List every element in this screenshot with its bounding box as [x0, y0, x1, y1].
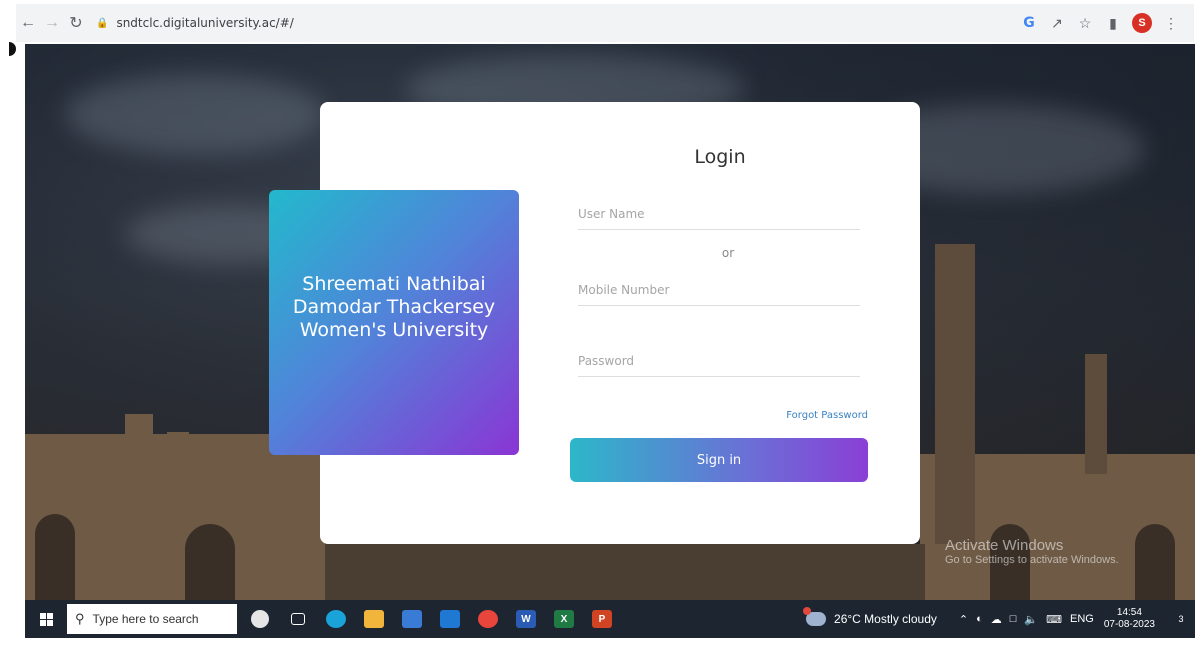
volume-icon[interactable]: 🔈 — [1024, 613, 1038, 626]
forward-icon[interactable]: → — [40, 11, 64, 35]
google-icon[interactable]: G — [1020, 15, 1038, 31]
star-icon[interactable]: ☆ — [1076, 15, 1094, 32]
forgot-password-link[interactable]: Forgot Password — [786, 410, 868, 421]
chrome-icon[interactable] — [473, 600, 503, 638]
username-field[interactable] — [578, 198, 860, 230]
window-edge — [0, 40, 16, 60]
taskbar: ⚲ Type here to search W X P 26°C Mostly … — [25, 600, 1195, 638]
menu-icon[interactable]: ⋮ — [1162, 15, 1180, 32]
chevron-up-icon[interactable]: ⌃ — [959, 613, 968, 626]
password-input[interactable] — [578, 353, 860, 368]
notification-icon[interactable]: 3 — [1167, 614, 1195, 624]
soccer-icon[interactable] — [245, 600, 275, 638]
share-icon[interactable]: ↗ — [1048, 15, 1066, 32]
system-tray: ⌃ ◐ ☁ □ 🔈 ⌨ ENG — [959, 613, 1094, 626]
browser-toolbar: ← → ↻ 🔒 sndtclc.digitaluniversity.ac/#/ … — [16, 4, 1194, 42]
taskbar-search-placeholder: Type here to search — [92, 612, 199, 626]
back-icon[interactable]: ← — [16, 11, 40, 35]
display-icon[interactable]: □ — [1010, 613, 1017, 625]
keyboard-icon[interactable]: ⌨ — [1046, 613, 1062, 626]
clock-time: 14:54 — [1116, 607, 1142, 618]
username-input[interactable] — [578, 206, 860, 221]
taskbar-search[interactable]: ⚲ Type here to search — [67, 604, 237, 634]
mail-icon[interactable] — [435, 600, 465, 638]
word-icon[interactable]: W — [511, 600, 541, 638]
university-name: Shreemati Nathibai Damodar Thackersey Wo… — [292, 273, 496, 341]
watermark-subtitle: Go to Settings to activate Windows. — [945, 554, 1119, 566]
notification-count: 3 — [1178, 614, 1184, 624]
onedrive-icon[interactable]: ☁ — [991, 613, 1002, 626]
weather-widget[interactable]: 26°C Mostly cloudy — [803, 607, 937, 626]
password-field[interactable] — [578, 345, 860, 377]
start-button[interactable] — [25, 600, 67, 638]
profile-avatar[interactable]: S — [1132, 13, 1152, 33]
watermark-title: Activate Windows — [945, 537, 1064, 554]
or-label: or — [721, 246, 735, 260]
edge-icon[interactable] — [321, 600, 351, 638]
reload-icon[interactable]: ↻ — [64, 11, 88, 35]
search-icon: ⚲ — [75, 611, 85, 626]
network-icon[interactable]: ◐ — [976, 613, 983, 625]
mobile-input[interactable] — [578, 282, 860, 297]
sidepanel-icon[interactable]: ▮ — [1104, 15, 1122, 32]
weather-text: 26°C Mostly cloudy — [834, 612, 937, 626]
url-text: sndtclc.digitaluniversity.ac/#/ — [116, 16, 294, 30]
clock[interactable]: 14:54 07-08-2023 — [1104, 607, 1155, 631]
signin-button[interactable]: Sign in — [570, 438, 868, 482]
mobile-field[interactable] — [578, 274, 860, 306]
excel-icon[interactable]: X — [549, 600, 579, 638]
address-bar[interactable]: 🔒 sndtclc.digitaluniversity.ac/#/ — [96, 9, 294, 37]
university-panel: Shreemati Nathibai Damodar Thackersey Wo… — [269, 190, 519, 455]
powerpoint-icon[interactable]: P — [587, 600, 617, 638]
store-icon[interactable] — [397, 600, 427, 638]
windows-icon — [39, 612, 53, 626]
browser-actions: G ↗ ☆ ▮ S ⋮ — [1020, 13, 1194, 33]
lock-icon: 🔒 — [96, 17, 109, 29]
language-indicator[interactable]: ENG — [1070, 613, 1094, 625]
clock-date: 07-08-2023 — [1103, 619, 1155, 630]
activation-watermark: Activate Windows Go to Settings to activ… — [945, 537, 1119, 566]
login-title: Login — [694, 146, 746, 168]
task-view-icon[interactable] — [283, 600, 313, 638]
cloud-icon — [803, 607, 827, 626]
file-explorer-icon[interactable] — [359, 600, 389, 638]
